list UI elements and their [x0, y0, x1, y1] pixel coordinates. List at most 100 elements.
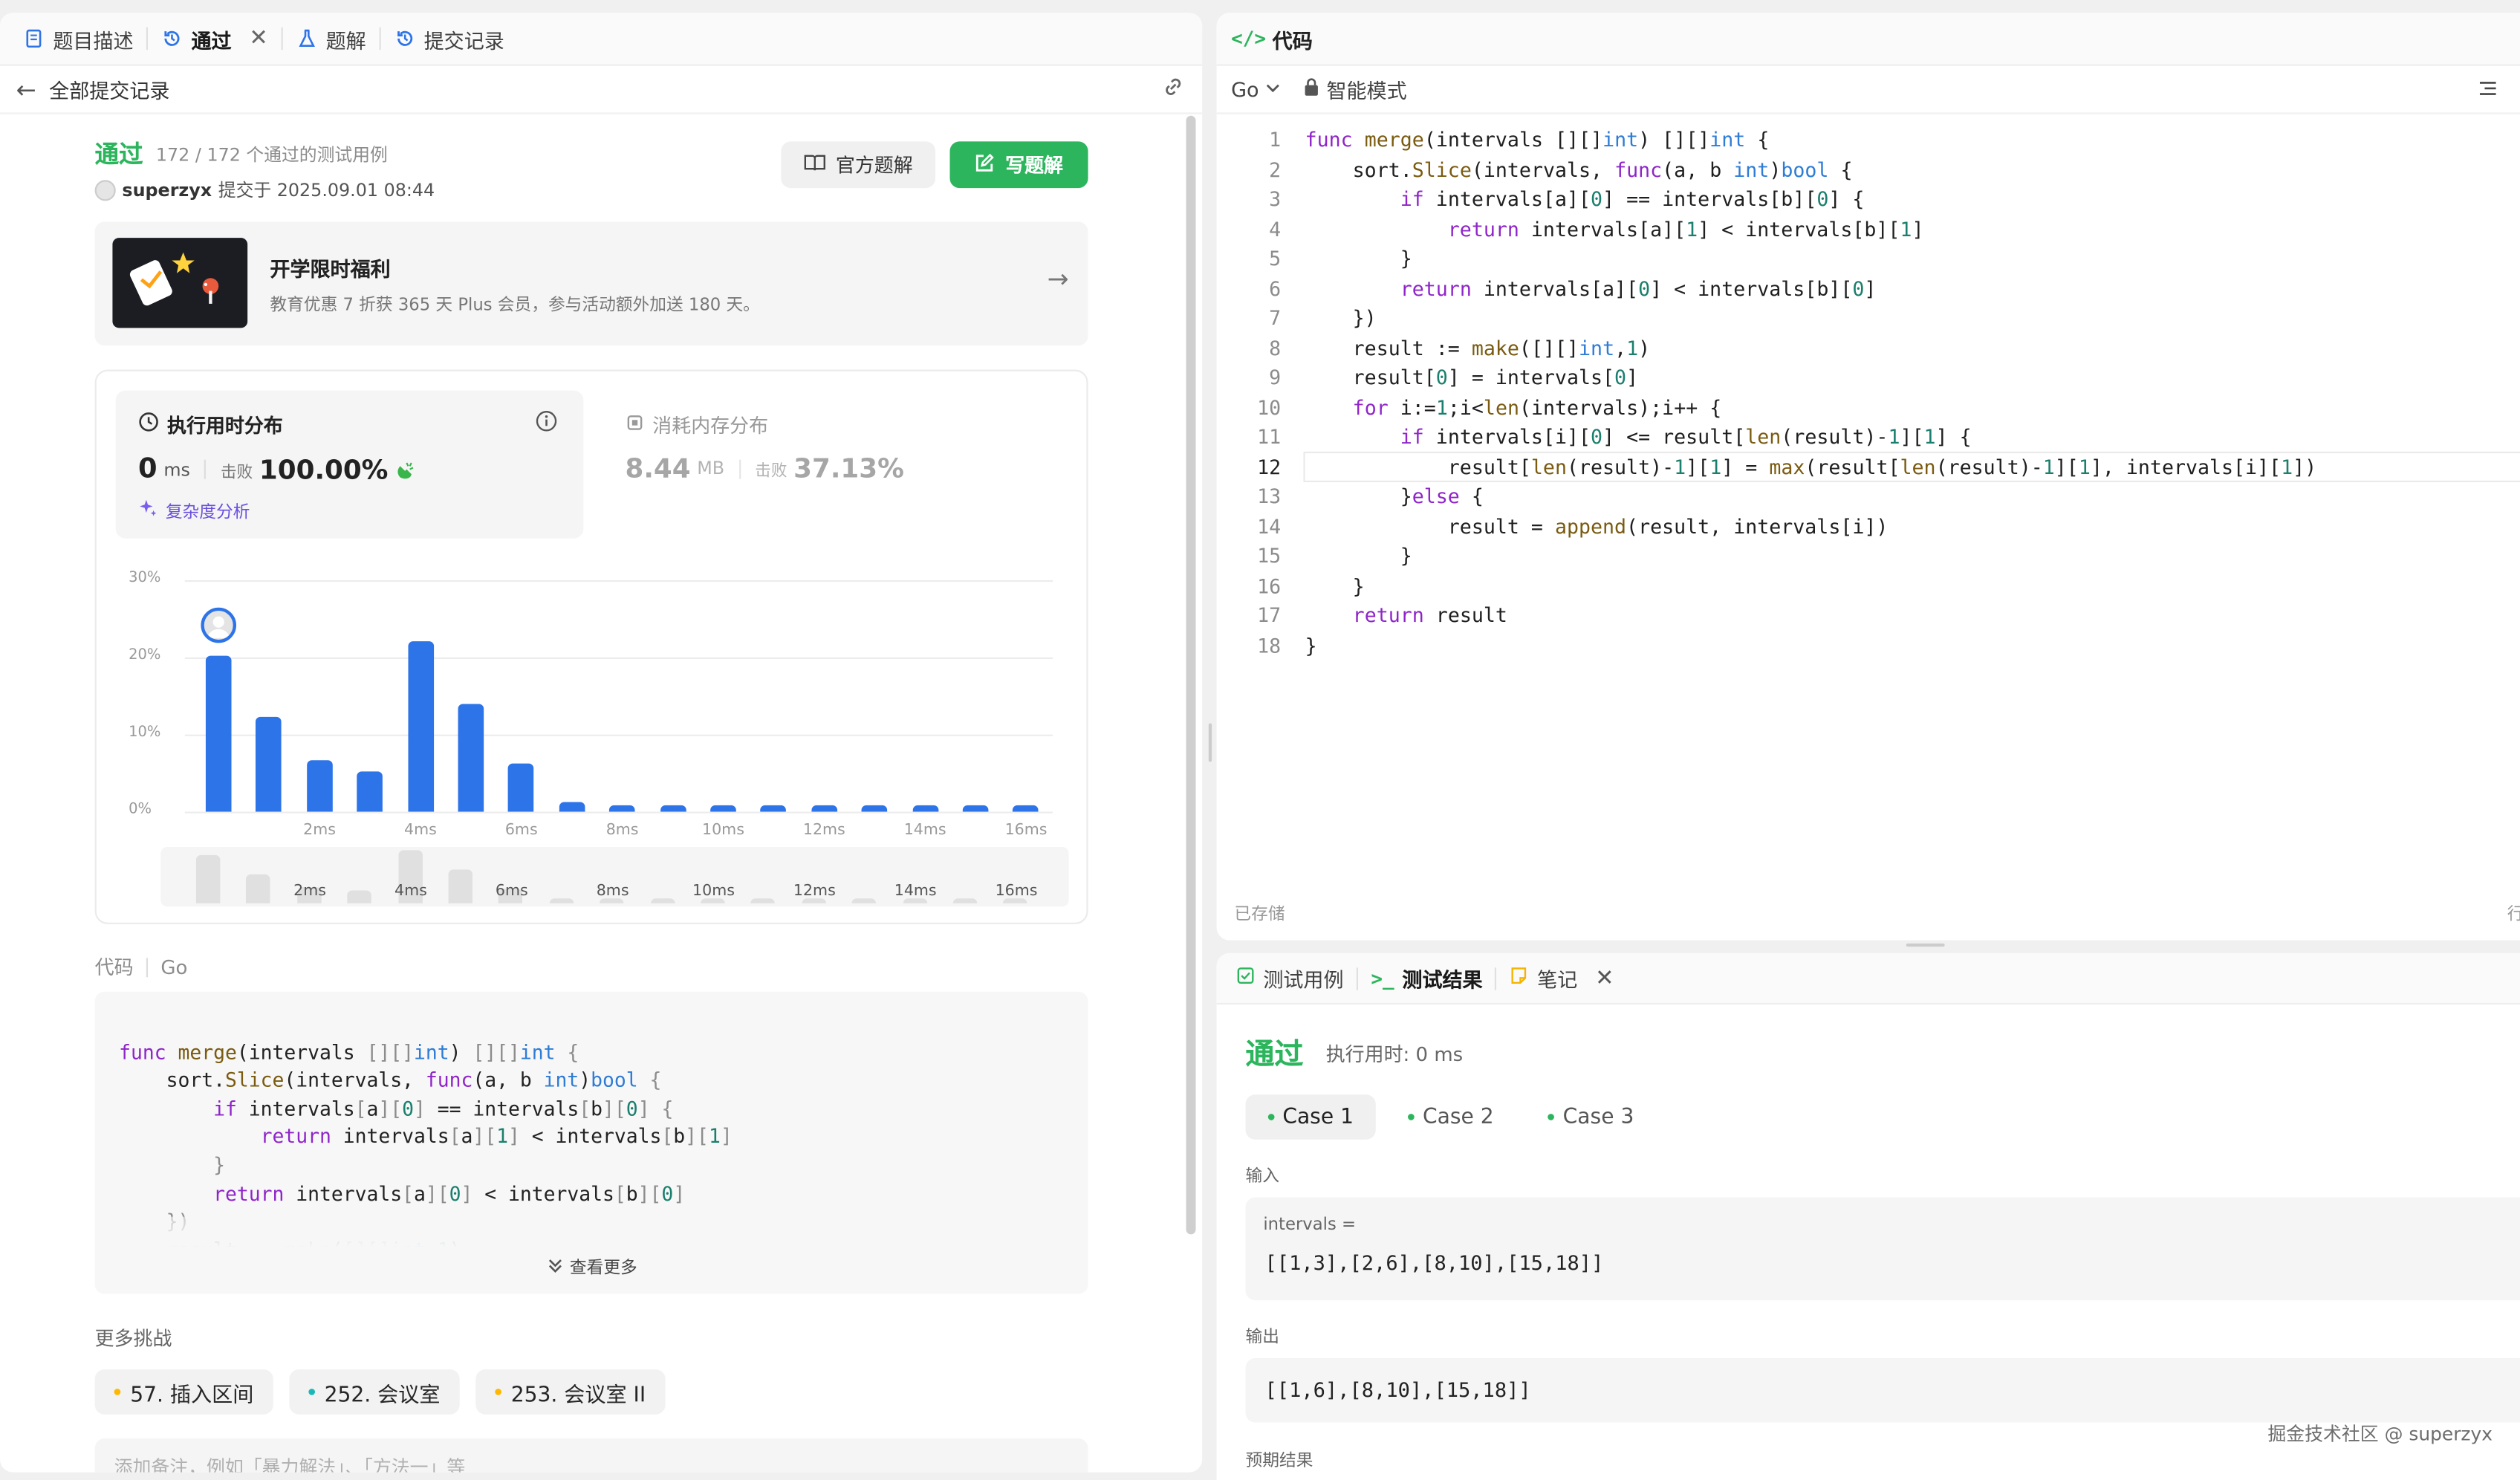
code-line: return intervals[a][1] < intervals[b][1] — [260, 1126, 733, 1149]
editor-panel: </> 代码 Go 智能模式 1 2 3 4 5 6 7 8 9 10 11 12 13 14 15 16 17… — [1216, 13, 2520, 941]
code-line: func merge(intervals [][]int) [][]int { — [119, 1040, 579, 1064]
note-input[interactable]: 添加备注，例如「暴力解法」、「方法一」等 — [94, 1438, 1088, 1473]
mini-bar — [851, 898, 877, 903]
mini-x-tick-label: 4ms — [394, 882, 427, 900]
expected-label: 预期结果 — [1245, 1451, 1313, 1471]
menu-lines-icon[interactable] — [2478, 77, 2498, 101]
chart-bar[interactable] — [660, 805, 686, 812]
write-solution-button[interactable]: 写题解 — [949, 141, 1088, 189]
tab-label: 提交记录 — [423, 27, 504, 53]
memory-box[interactable]: 消耗内存分布 8.44 MB 击败 37.13% — [603, 391, 1071, 539]
memory-icon — [626, 412, 645, 438]
smart-mode[interactable]: 智能模式 — [1326, 74, 1406, 105]
document-icon — [22, 27, 45, 50]
link-icon[interactable] — [1160, 73, 1186, 105]
case-tab-3[interactable]: Case 3 — [1526, 1094, 1657, 1140]
line-number: 6 — [1269, 277, 1282, 300]
divider — [738, 458, 741, 478]
info-icon[interactable] — [535, 410, 557, 439]
tab-notes[interactable]: 笔记 ✕ — [1497, 953, 1627, 1004]
x-tick-label: 6ms — [504, 821, 538, 840]
chart-bar[interactable] — [559, 802, 585, 812]
mini-x-tick-label: 8ms — [596, 882, 629, 900]
complexity-link[interactable]: 复杂度分析 — [166, 499, 250, 523]
username[interactable]: superzyx — [122, 179, 212, 200]
memory-value: 8.44 — [625, 453, 691, 484]
editor-line: sort.Slice(intervals, func(a, b int)bool… — [1305, 158, 1853, 181]
vertical-splitter[interactable] — [1208, 723, 1212, 762]
chart-bar[interactable] — [407, 642, 434, 812]
watermark: 掘金技术社区 @ superzyx — [2267, 1422, 2493, 1445]
tab-solutions[interactable]: 题解 — [282, 13, 379, 64]
editor-line: if intervals[i][0] <= result[len(result)… — [1400, 426, 1972, 449]
difficulty-dot — [308, 1389, 315, 1395]
chart-bar[interactable] — [306, 760, 333, 812]
line-number: 17 — [1257, 604, 1282, 627]
editor-line: result[len(result)-1][1] = max(result[le… — [1305, 455, 2317, 478]
chart-bar[interactable] — [205, 655, 232, 812]
note-placeholder: 添加备注，例如「暴力解法」、「方法一」等 — [114, 1455, 466, 1473]
mini-bar — [347, 890, 372, 903]
challenge-item[interactable]: 253. 会议室 II — [475, 1369, 666, 1415]
tab-test-result[interactable]: >_ 测试结果 — [1358, 953, 1496, 1004]
code-lang: Go — [160, 955, 188, 978]
chart-bar[interactable] — [861, 805, 888, 812]
arrow-left-icon[interactable]: ← — [16, 75, 36, 104]
view-more-button[interactable]: 查看更多 — [95, 1256, 1088, 1279]
chart-bar[interactable] — [256, 717, 282, 812]
mini-bar — [952, 898, 978, 903]
chart-bar[interactable] — [508, 764, 535, 812]
horizontal-splitter[interactable] — [1906, 943, 1945, 947]
close-icon[interactable]: ✕ — [1595, 965, 1614, 991]
chevron-down-icon[interactable] — [1265, 77, 1282, 101]
submission-header: 通过 172 / 172 个通过的测试用例 superzyx 提交于 2025.… — [94, 137, 1091, 201]
chart-bar[interactable] — [710, 805, 736, 812]
tab-label: 题目描述 — [53, 27, 134, 53]
promo-banner[interactable]: 开学限时福利 教育优惠 7 折获 365 天 Plus 会员，参与活动额外加送 … — [94, 221, 1088, 346]
challenge-item[interactable]: 57. 插入区间 — [94, 1369, 273, 1415]
line-number: 4 — [1269, 218, 1282, 241]
x-tick-label: 4ms — [404, 821, 437, 840]
code-editor[interactable]: func merge(intervals [][]int) [][]int { … — [1305, 126, 2317, 661]
back-link[interactable]: 全部提交记录 — [49, 74, 169, 105]
passed-tests: 172 / 172 个通过的测试用例 — [155, 143, 388, 165]
chart-bar[interactable] — [357, 771, 383, 812]
case-tab-1[interactable]: Case 1 — [1245, 1094, 1377, 1140]
language-select[interactable]: Go — [1231, 77, 1259, 101]
left-panel: 题目描述 通过 ✕ 题解 提交记录 ← 全部提交记录 通过 172 / 172 … — [0, 13, 1203, 1473]
promo-image — [112, 238, 248, 328]
official-solution-button[interactable]: 官方题解 — [781, 141, 936, 189]
history-icon — [160, 27, 183, 50]
results-panel: 测试用例 >_ 测试结果 笔记 ✕ 通过 执行用时: 0 ms Case 1 C… — [1216, 952, 2520, 1480]
chart-bar[interactable] — [1013, 805, 1039, 812]
tab-accepted[interactable]: 通过 ✕ — [148, 13, 281, 64]
scrollbar[interactable] — [1186, 115, 1196, 1235]
chart-bar[interactable] — [811, 805, 837, 812]
runtime-unit: ms — [163, 458, 190, 480]
tab-description[interactable]: 题目描述 — [10, 13, 146, 64]
close-icon[interactable]: ✕ — [249, 26, 267, 52]
challenge-item[interactable]: 252. 会议室 — [288, 1369, 460, 1415]
tab-submissions[interactable]: 提交记录 — [380, 13, 517, 64]
chart-bar[interactable] — [761, 805, 787, 812]
input-value: [[1,3],[2,6],[8,10],[15,18]] — [1264, 1250, 1604, 1275]
pass-dot — [1408, 1114, 1415, 1120]
range-slider[interactable]: 2ms 4ms 6ms 8ms 10ms 12ms 14ms 16ms — [160, 847, 1069, 907]
case-tab-2[interactable]: Case 2 — [1386, 1094, 1516, 1140]
editor-line: } — [1305, 634, 1317, 657]
tab-label: 题解 — [325, 27, 366, 53]
note-icon — [1510, 966, 1529, 990]
line-number: 13 — [1257, 485, 1282, 508]
chart-bar[interactable] — [912, 805, 938, 812]
output-value: [[1,6],[8,10],[15,18]] — [1264, 1377, 1531, 1402]
chart-bar[interactable] — [609, 805, 635, 812]
tab-testcase[interactable]: 测试用例 — [1223, 953, 1357, 1004]
arrow-right-icon[interactable]: → — [1048, 264, 1069, 294]
chart-bar[interactable] — [458, 704, 484, 812]
bar-area — [185, 580, 1053, 812]
runtime-box[interactable]: 执行用时分布 0 ms 击败 100.00% 复杂度分析 — [115, 390, 584, 539]
chart-bar[interactable] — [962, 805, 989, 812]
x-tick-label: 12ms — [802, 821, 845, 840]
x-tick-label: 10ms — [702, 821, 744, 840]
memory-unit: MB — [697, 458, 725, 479]
